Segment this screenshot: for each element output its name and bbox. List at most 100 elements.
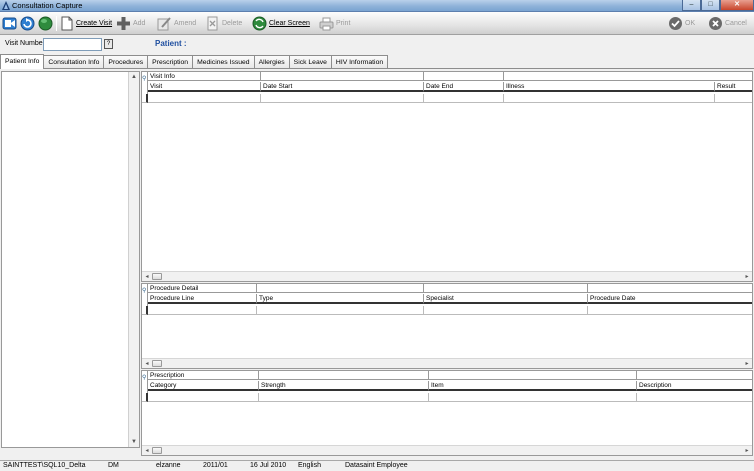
column-header[interactable]: Description — [637, 381, 752, 391]
status-date: 16 Jul 2010 — [250, 462, 287, 469]
column-header[interactable]: Procedure Line — [148, 294, 257, 304]
column-header[interactable]: Visit — [148, 82, 261, 92]
status-company: Datasaint Employee — [345, 462, 408, 469]
tab-allergies[interactable]: Allergies — [253, 55, 290, 69]
create-visit-button[interactable]: Create Visit — [59, 15, 112, 32]
status-server: SAINTTEST\SQL10_Delta — [3, 462, 86, 469]
table-cell[interactable] — [148, 393, 259, 402]
table-cell[interactable] — [424, 306, 588, 315]
add-label: Add — [133, 20, 146, 27]
tab-procedures[interactable]: Procedures — [103, 55, 149, 69]
status-button[interactable] — [38, 15, 55, 32]
visit-number-input[interactable] — [43, 38, 102, 51]
column-header[interactable]: Result — [715, 82, 752, 92]
close-button[interactable]: ✕ — [720, 0, 754, 11]
table-cell[interactable] — [148, 306, 257, 315]
left-scrollbar[interactable]: ▲ ▼ — [128, 72, 139, 447]
column-header[interactable]: Date Start — [261, 82, 424, 92]
status-user: elzanne — [156, 462, 181, 469]
visit-row: Visit Number ? Patient : — [0, 36, 754, 54]
column-header[interactable]: Procedure Date — [588, 294, 752, 304]
tab-sick-leave[interactable]: Sick Leave — [288, 55, 332, 69]
visit-lookup-button[interactable]: ? — [104, 39, 113, 49]
ok-button[interactable]: OK — [668, 15, 695, 32]
clear-icon — [252, 16, 267, 31]
table-cell[interactable] — [261, 94, 424, 103]
scroll-right-icon[interactable]: ▸ — [743, 447, 751, 455]
first-record-button[interactable] — [2, 15, 19, 32]
status-bar: SAINTTEST\SQL10_Delta DM elzanne 2011/01… — [0, 460, 754, 471]
plus-icon — [117, 17, 130, 30]
tab-strip: Patient Info Consultation Info Procedure… — [0, 54, 389, 69]
printer-icon — [319, 17, 334, 31]
maximize-button[interactable]: □ — [701, 0, 720, 11]
tab-prescription[interactable]: Prescription — [147, 55, 194, 69]
column-header[interactable]: Illness — [504, 82, 715, 92]
table-cell[interactable] — [588, 306, 752, 315]
print-button[interactable]: Print — [319, 15, 350, 32]
table-cell[interactable] — [257, 306, 424, 315]
procedure-detail-grid[interactable]: ⚲ Procedure Detail Procedure Line Type S… — [141, 283, 753, 369]
delete-label: Delete — [222, 20, 243, 27]
amend-label: Amend — [174, 20, 197, 27]
toolbar: Create Visit Add Amend Delete Clear Scre… — [0, 12, 754, 35]
column-header[interactable]: Type — [257, 294, 424, 304]
tab-medicines-issued[interactable]: Medicines Issued — [192, 55, 255, 69]
patient-info-panel[interactable]: ▲ ▼ — [1, 71, 140, 448]
prescription-grid[interactable]: ⚲ Prescription Category Strength Item De… — [141, 370, 753, 456]
column-header[interactable]: Category — [148, 381, 259, 391]
scroll-left-icon[interactable]: ◂ — [143, 273, 151, 281]
status-period: 2011/01 — [203, 462, 228, 469]
visit-info-scrollbar[interactable]: ◂ ▸ — [142, 271, 752, 281]
visit-number-label: Visit Number — [5, 40, 45, 47]
procedure-scrollbar[interactable]: ◂ ▸ — [142, 358, 752, 368]
scroll-left-icon[interactable]: ◂ — [143, 447, 151, 455]
minimize-button[interactable]: – — [682, 0, 701, 11]
delete-icon — [207, 16, 218, 31]
scroll-left-icon[interactable]: ◂ — [143, 360, 151, 368]
tab-hiv-information[interactable]: HIV Information — [330, 55, 389, 69]
scroll-right-icon[interactable]: ▸ — [743, 273, 751, 281]
status-code: DM — [108, 462, 119, 469]
status-language: English — [298, 462, 321, 469]
column-header[interactable]: Date End — [424, 82, 504, 92]
table-cell[interactable] — [259, 393, 429, 402]
visit-info-title: Visit Info — [150, 73, 175, 80]
column-header[interactable]: Item — [429, 381, 637, 391]
clear-screen-button[interactable]: Clear Screen — [252, 15, 310, 32]
column-header[interactable]: Specialist — [424, 294, 588, 304]
scroll-up-icon[interactable]: ▲ — [129, 72, 139, 82]
prescription-scrollbar[interactable]: ◂ ▸ — [142, 445, 752, 455]
scroll-down-icon[interactable]: ▼ — [129, 437, 139, 447]
check-icon — [669, 17, 682, 30]
delete-button[interactable]: Delete — [205, 15, 242, 32]
create-visit-label: Create Visit — [76, 20, 113, 27]
table-cell[interactable] — [424, 94, 504, 103]
cancel-button[interactable]: Cancel — [708, 15, 747, 32]
refresh-button[interactable] — [20, 15, 37, 32]
edit-icon — [157, 17, 171, 31]
procedure-detail-title: Procedure Detail — [150, 285, 199, 292]
amend-button[interactable]: Amend — [157, 15, 196, 32]
document-icon — [61, 16, 73, 31]
cancel-label: Cancel — [725, 20, 747, 27]
table-cell[interactable] — [429, 393, 637, 402]
cancel-icon — [709, 17, 722, 30]
table-cell[interactable] — [148, 94, 261, 103]
app-icon — [2, 1, 10, 10]
ok-label: OK — [685, 20, 696, 27]
column-header[interactable]: Strength — [259, 381, 429, 391]
status-icon — [38, 16, 53, 31]
table-cell[interactable] — [637, 393, 752, 402]
tab-consultation-info[interactable]: Consultation Info — [43, 55, 105, 69]
print-label: Print — [336, 20, 351, 27]
table-cell[interactable] — [715, 94, 752, 103]
add-button[interactable]: Add — [116, 15, 145, 32]
scroll-right-icon[interactable]: ▸ — [743, 360, 751, 368]
visit-info-grid[interactable]: ⚲ Visit Info Visit Date Start Date End I… — [141, 71, 753, 282]
clear-screen-label: Clear Screen — [269, 20, 310, 27]
table-cell[interactable] — [504, 94, 715, 103]
tab-patient-info[interactable]: Patient Info — [0, 54, 45, 69]
first-record-icon — [2, 17, 17, 30]
title-bar: Consultation Capture – □ ✕ — [0, 0, 754, 12]
